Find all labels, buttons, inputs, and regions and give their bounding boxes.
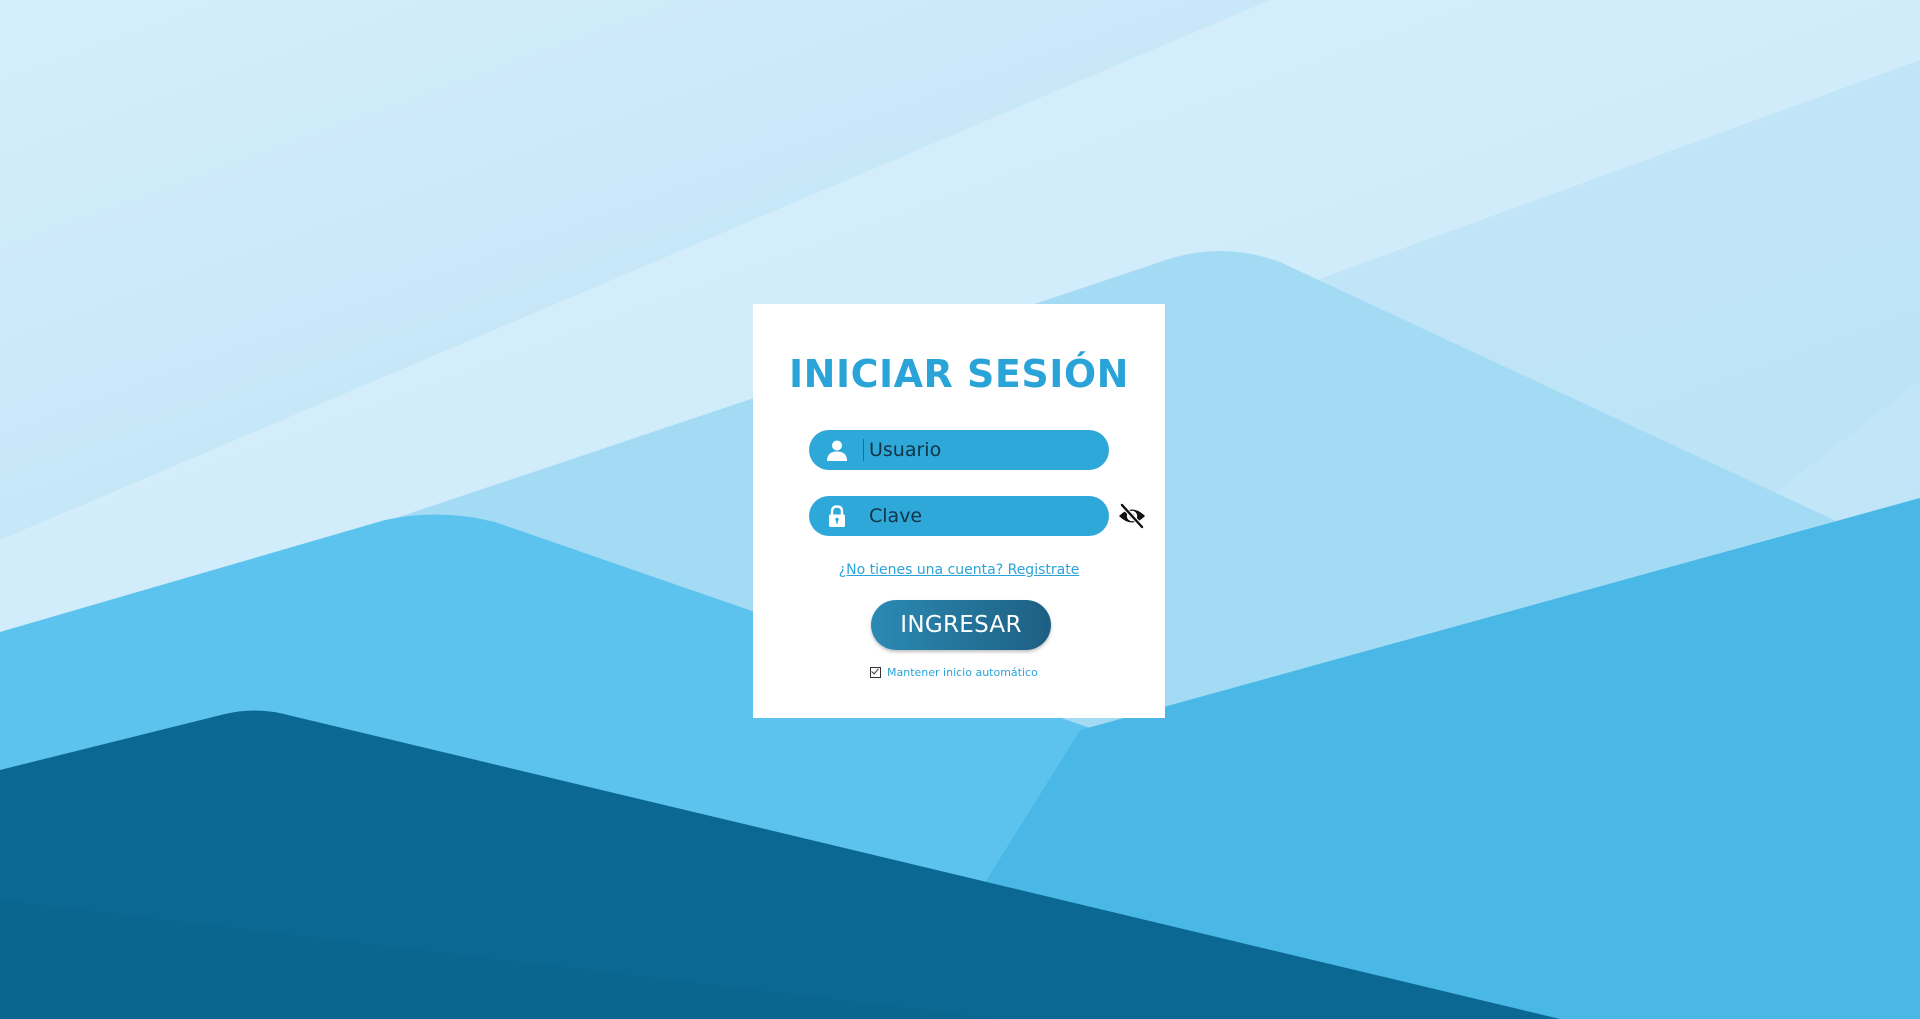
login-button[interactable]: INGRESAR xyxy=(871,600,1051,650)
remember-me-label[interactable]: Mantener inicio automático xyxy=(887,666,1038,679)
checkbox-checked-icon[interactable] xyxy=(870,666,881,678)
user-icon xyxy=(827,440,847,461)
username-input[interactable] xyxy=(869,430,1097,470)
login-screen: INICIAR SESIÓN ¿No tiene xyxy=(0,0,1920,1019)
password-input[interactable] xyxy=(869,496,1097,536)
eye-slash-icon[interactable] xyxy=(1117,502,1147,530)
password-field[interactable] xyxy=(809,496,1109,536)
login-card: INICIAR SESIÓN ¿No tiene xyxy=(753,304,1165,718)
page-title: INICIAR SESIÓN xyxy=(789,352,1129,396)
username-field[interactable] xyxy=(809,430,1109,470)
remember-me-option[interactable]: Mantener inicio automático xyxy=(870,664,1038,680)
register-link[interactable]: ¿No tienes una cuenta? Registrate xyxy=(753,562,1165,578)
lock-icon xyxy=(829,505,845,527)
field-divider xyxy=(863,439,864,461)
